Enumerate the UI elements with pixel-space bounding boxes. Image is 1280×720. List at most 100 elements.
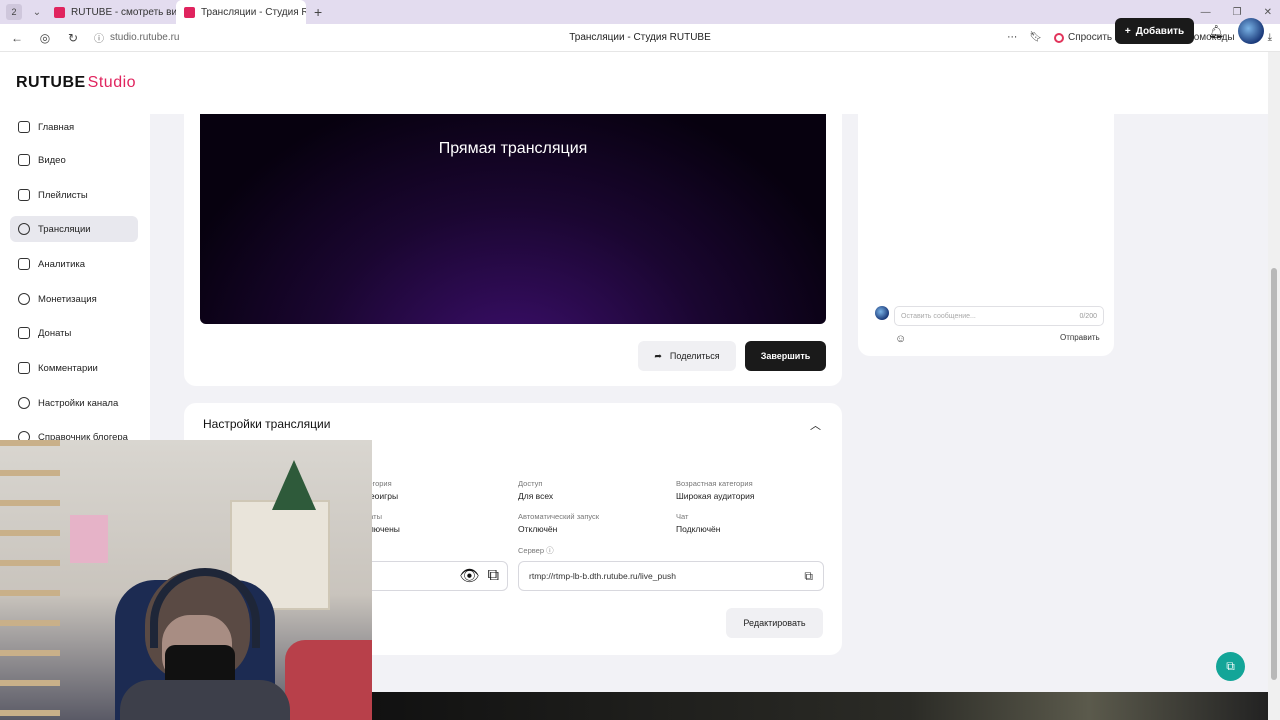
- minimize-icon[interactable]: —: [1201, 7, 1211, 18]
- wall-poster: [70, 515, 108, 563]
- server-url-field[interactable]: rtmp://rtmp-lb-b.dth.rutube.ru/live_push…: [518, 561, 824, 591]
- tab-counter[interactable]: 2: [6, 4, 22, 20]
- sidebar-item-label: Видео: [38, 154, 66, 166]
- edit-button[interactable]: Редактировать: [726, 608, 823, 638]
- more-icon[interactable]: ⋯: [1007, 32, 1017, 43]
- sidebar-item-label: Аналитика: [38, 258, 86, 270]
- reload-icon[interactable]: ↻: [62, 31, 84, 45]
- sidebar-item-home[interactable]: Главная: [10, 114, 138, 140]
- add-button[interactable]: + Добавить: [1115, 18, 1194, 44]
- sidebar-item-label: Главная: [38, 121, 75, 133]
- browser-tabbar: 2 ⌄ RUTUBE - смотреть виде Трансляции - …: [0, 0, 1280, 24]
- shield-icon[interactable]: ◎: [34, 31, 56, 45]
- christmas-tree: [272, 460, 316, 510]
- access-value: Для всех: [518, 491, 554, 501]
- send-button[interactable]: Отправить: [1060, 333, 1100, 342]
- chat-char-counter: 0/200: [1079, 312, 1097, 320]
- sidebar-item-streams[interactable]: Трансляции: [10, 216, 138, 242]
- sidebar-item-label: Донаты: [38, 327, 72, 339]
- share-icon: ➦: [654, 350, 662, 361]
- sidebar-item-analytics[interactable]: Аналитика: [10, 251, 138, 277]
- bookmark-icon[interactable]: 🔖︎: [1029, 32, 1042, 43]
- download-icon[interactable]: ⤓: [1268, 32, 1272, 43]
- eye-icon[interactable]: 👁︎: [459, 566, 479, 586]
- site-info-icon: ⓘ: [94, 34, 104, 45]
- share-button[interactable]: ➦ Поделиться: [638, 341, 736, 371]
- bell-icon[interactable]: 🔔︎: [1208, 24, 1225, 40]
- sidebar-item-playlists[interactable]: Плейлисты: [10, 182, 138, 208]
- comment-icon: [18, 362, 30, 374]
- share-label: Поделиться: [669, 351, 720, 361]
- chat-message-input[interactable]: Оставить сообщение... 0/200: [894, 306, 1104, 326]
- server-url: rtmp://rtmp-lb-b.dth.rutube.ru/live_push: [529, 571, 676, 581]
- sidebar: Главная Видео Плейлисты Трансляции Анали…: [0, 114, 150, 444]
- sidebar-item-label: Плейлисты: [38, 189, 88, 201]
- copy-icon[interactable]: ⧉: [804, 569, 813, 584]
- chat-avatar: [875, 306, 889, 320]
- tab-rutube[interactable]: RUTUBE - смотреть виде: [46, 0, 176, 24]
- person-body: [120, 680, 290, 720]
- webcam-overlay: [0, 440, 372, 720]
- settings-title: Настройки трансляции: [203, 417, 331, 431]
- copy-icon[interactable]: ⧉: [488, 567, 499, 585]
- tab-studio[interactable]: Трансляции - Студия R ✕: [176, 0, 306, 24]
- chat-setting-label: Чат: [676, 512, 689, 521]
- broadcast-icon: [18, 223, 30, 235]
- logo-studio: Studio: [87, 74, 137, 91]
- finish-stream-button[interactable]: Завершить: [745, 341, 826, 371]
- donat-icon: [18, 327, 30, 339]
- rutube-favicon-icon: [184, 6, 195, 18]
- help-chat-icon[interactable]: ⧉: [1216, 652, 1245, 681]
- url-text: studio.rutube.ru: [110, 32, 180, 43]
- sidebar-item-channel-settings[interactable]: Настройки канала: [10, 390, 138, 416]
- scroll-thumb[interactable]: [1271, 268, 1277, 680]
- studio-logo[interactable]: RUTUBE Studio: [16, 74, 136, 92]
- autostart-label: Автоматический запуск: [518, 512, 600, 521]
- sidebar-item-label: Комментарии: [38, 362, 98, 374]
- sidebar-item-donats[interactable]: Донаты: [10, 320, 138, 346]
- sidebar-item-label: Монетизация: [38, 293, 97, 305]
- rutube-favicon-icon: [54, 6, 65, 18]
- plus-icon: +: [1124, 25, 1131, 37]
- playlist-icon: [18, 189, 30, 201]
- sidebar-item-label: Настройки канала: [38, 397, 119, 409]
- logo-rutube: RUTUBE: [16, 74, 86, 91]
- studio-header: RUTUBE Studio: [0, 52, 1268, 114]
- url-field[interactable]: ⓘ studio.rutube.ru: [94, 30, 180, 45]
- gear-icon: [18, 397, 30, 409]
- tab-label: RUTUBE - смотреть виде: [71, 6, 176, 18]
- bed: [285, 640, 372, 720]
- tab-label: Трансляции - Студия R: [201, 6, 306, 18]
- help-icon[interactable]: ⓘ: [546, 546, 554, 555]
- chat-placeholder: Оставить сообщение...: [901, 312, 976, 320]
- video-icon: [18, 154, 30, 166]
- back-icon[interactable]: ←: [6, 31, 28, 45]
- autostart-value: Отключён: [518, 524, 558, 534]
- sidebar-item-video[interactable]: Видео: [10, 147, 138, 173]
- stream-title: Прямая трансляция: [438, 140, 588, 157]
- sidebar-item-monetization[interactable]: Монетизация: [10, 286, 138, 312]
- chat-setting-value: Подключён: [676, 524, 721, 534]
- chevron-up-icon[interactable]: ︿: [810, 417, 821, 433]
- server-label-text: Сервер: [518, 546, 545, 555]
- avatar[interactable]: [1238, 18, 1264, 44]
- tab-list-chevron-icon[interactable]: ⌄: [28, 7, 46, 18]
- age-label: Возрастная категория: [676, 479, 753, 488]
- chart-icon: [18, 258, 30, 270]
- emoji-icon[interactable]: ☺: [895, 333, 906, 345]
- close-window-icon[interactable]: ✕: [1264, 7, 1272, 18]
- home-icon: [18, 121, 30, 133]
- add-label: Добавить: [1135, 25, 1185, 37]
- access-label: Доступ: [518, 479, 543, 488]
- coin-icon: [18, 293, 30, 305]
- alice-icon: [1053, 32, 1064, 43]
- wall-bars: [0, 440, 60, 720]
- server-label: Сервер ⓘ: [518, 545, 554, 556]
- maximize-icon[interactable]: ❐: [1233, 7, 1242, 18]
- sidebar-item-label: Трансляции: [38, 223, 91, 235]
- bottom-video-strip: [372, 692, 1268, 720]
- sidebar-item-comments[interactable]: Комментарии: [10, 355, 138, 381]
- address-bar: ← ◎ ↻ ⓘ studio.rutube.ru Трансляции - Ст…: [0, 24, 1280, 52]
- new-tab-icon[interactable]: +: [314, 4, 322, 20]
- age-value: Широкая аудитория: [676, 491, 755, 501]
